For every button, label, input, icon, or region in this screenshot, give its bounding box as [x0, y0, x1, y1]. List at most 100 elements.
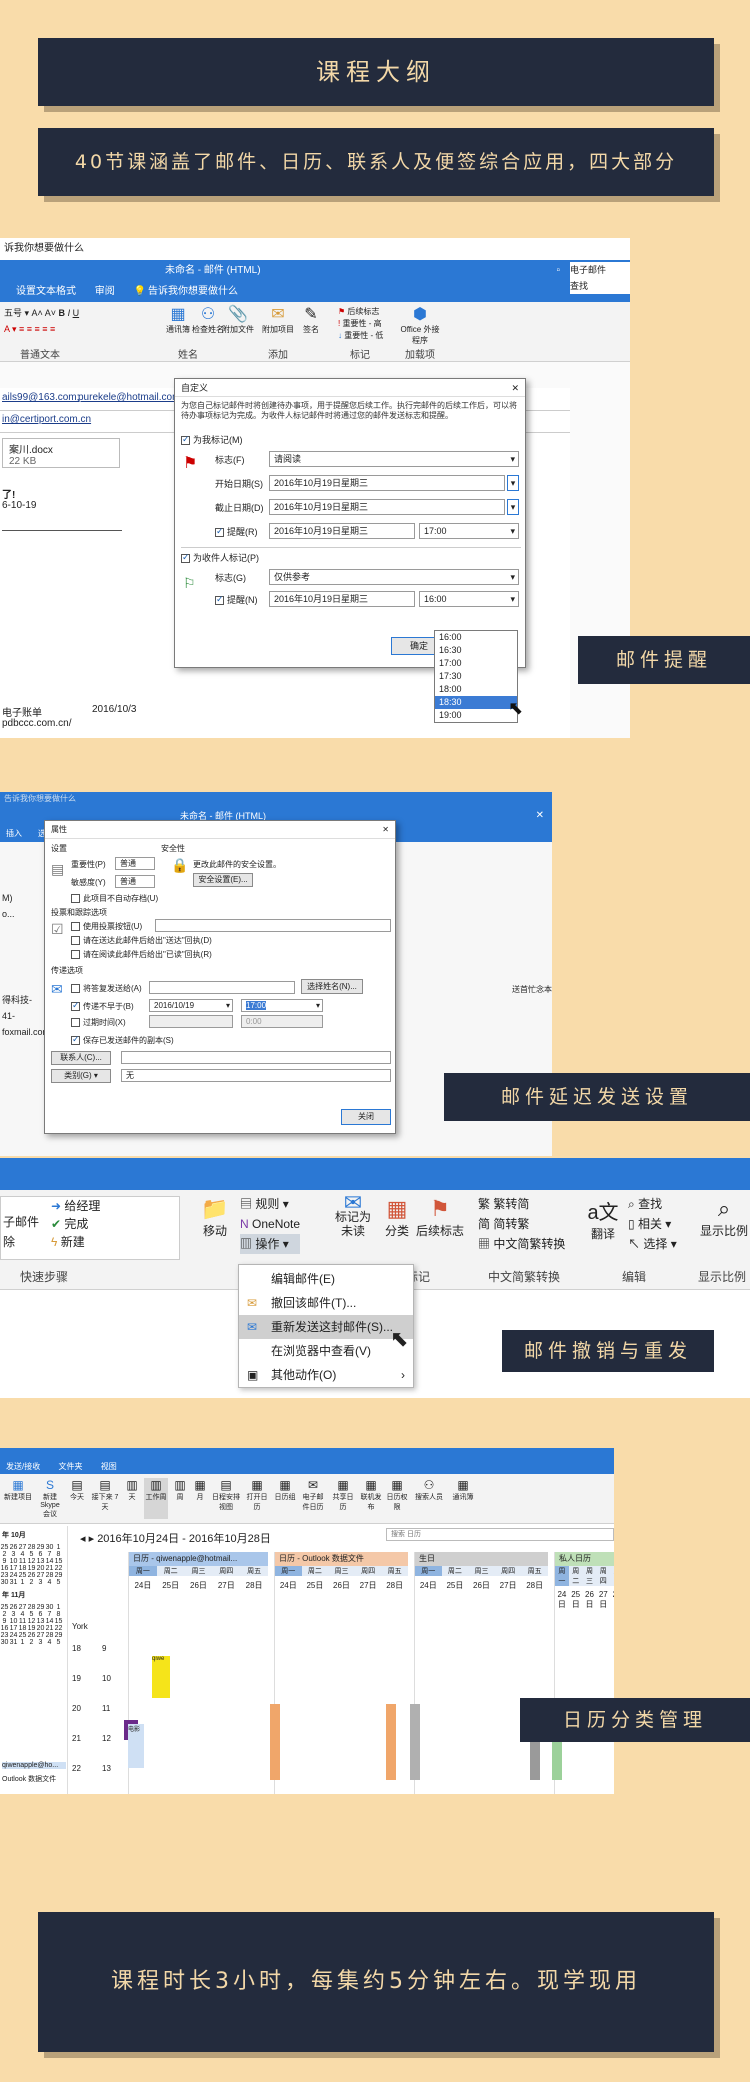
- menu-edit-message[interactable]: 编辑邮件(E): [239, 1267, 413, 1291]
- calendar-list-item[interactable]: Outlook 数据文件: [2, 1774, 66, 1784]
- mini-day[interactable]: 4: [45, 1579, 54, 1586]
- mini-day[interactable]: 1: [18, 1579, 27, 1586]
- mini-day[interactable]: 30: [0, 1579, 9, 1586]
- menu-resend-message[interactable]: ✉ 重新发送这封邮件(S)...: [239, 1315, 413, 1339]
- calendar-list-item[interactable]: qiwenapple@ho...: [2, 1762, 66, 1769]
- week-view-button[interactable]: ▥ 周: [172, 1478, 188, 1519]
- move-button[interactable]: 📁 移动: [198, 1196, 232, 1239]
- delivery-receipt-checkbox[interactable]: 请在送达此邮件后给出"送达"回执(D): [71, 935, 212, 946]
- close-icon[interactable]: ✕: [536, 806, 544, 826]
- mini-day[interactable]: 29: [36, 1604, 45, 1611]
- mini-day[interactable]: 30: [45, 1604, 54, 1611]
- time-option[interactable]: 17:00: [435, 657, 517, 670]
- open-calendar-button[interactable]: ▦ 打开日历: [244, 1478, 270, 1519]
- mini-day[interactable]: 22: [54, 1625, 63, 1632]
- calendar-event[interactable]: [386, 1704, 396, 1780]
- search-people-button[interactable]: ⚇ 搜索人员: [412, 1478, 446, 1519]
- simp-to-trad-button[interactable]: 简 简转繁: [478, 1214, 565, 1234]
- mini-day[interactable]: 29: [54, 1572, 63, 1579]
- time-option[interactable]: 16:30: [435, 644, 517, 657]
- remind-checkbox[interactable]: 提醒(R): [215, 525, 258, 538]
- time-dropdown-list[interactable]: 16:00 16:30 17:00 17:30 18:00 18:30 19:0…: [434, 630, 518, 723]
- mini-day[interactable]: 19: [27, 1565, 36, 1572]
- mini-day[interactable]: 10: [9, 1558, 18, 1565]
- defer-date-field[interactable]: 2016/10/19 ▾: [149, 999, 233, 1012]
- calendar-tab[interactable]: 私人日历: [555, 1552, 614, 1566]
- expire-time-field[interactable]: 0:00: [241, 1015, 323, 1028]
- mini-day[interactable]: 7: [45, 1551, 54, 1558]
- follow-up-button[interactable]: ⚑ 后续标志: [338, 306, 383, 318]
- mini-day[interactable]: 22: [54, 1565, 63, 1572]
- mini-day[interactable]: 13: [36, 1558, 45, 1565]
- tab-send-receive[interactable]: 发送/接收: [6, 1462, 40, 1471]
- mini-day[interactable]: 20: [36, 1625, 45, 1632]
- signature-button[interactable]: ✎ 签名: [296, 304, 326, 335]
- onenote-button[interactable]: N OneNote: [240, 1214, 300, 1234]
- translate-button[interactable]: a͏文 翻译: [586, 1196, 620, 1242]
- follow-up-button[interactable]: ⚑ 后续标志: [412, 1196, 468, 1239]
- categories-field[interactable]: 无: [121, 1069, 391, 1082]
- quick-step-new[interactable]: ϟ 新建: [51, 1233, 85, 1251]
- select-button[interactable]: ↖ 选择 ▾: [628, 1234, 677, 1254]
- mini-day[interactable]: 26: [27, 1572, 36, 1579]
- mini-day[interactable]: 28: [27, 1604, 36, 1611]
- quick-step-manager[interactable]: ➜ 给经理: [51, 1197, 100, 1215]
- mini-day[interactable]: 8: [54, 1611, 63, 1618]
- mini-day[interactable]: 27: [36, 1632, 45, 1639]
- mini-day[interactable]: 23: [0, 1572, 9, 1579]
- mini-day[interactable]: 20: [36, 1565, 45, 1572]
- today-button[interactable]: ▤ 今天: [68, 1478, 86, 1519]
- vote-checkbox[interactable]: 使用投票按钮(U): [71, 921, 142, 932]
- close-button[interactable]: 关闭: [341, 1109, 391, 1125]
- time-option[interactable]: 18:00: [435, 683, 517, 696]
- due-date-dropdown[interactable]: ▾: [507, 499, 519, 515]
- email-calendar-button[interactable]: ✉ 电子邮件日历: [300, 1478, 326, 1519]
- to-recipient-2[interactable]: purekele@hotmail.com: [78, 392, 180, 403]
- time-option-selected[interactable]: 18:30: [435, 696, 517, 709]
- mini-day[interactable]: 23: [0, 1632, 9, 1639]
- mini-day[interactable]: 28: [27, 1544, 36, 1551]
- time-option[interactable]: 19:00: [435, 709, 517, 722]
- mini-day[interactable]: 12: [27, 1618, 36, 1625]
- calendar-tab[interactable]: 日历 - Outlook 数据文件: [275, 1552, 408, 1566]
- r-flag-select[interactable]: 仅供参考 ▾: [269, 569, 519, 585]
- mini-day[interactable]: 7: [45, 1611, 54, 1618]
- mini-day[interactable]: 15: [54, 1558, 63, 1565]
- close-icon[interactable]: ✕: [511, 379, 519, 397]
- mini-day[interactable]: 21: [45, 1565, 54, 1572]
- font-color-button[interactable]: A ▾ ≡ ≡ ≡ ≡ ≡: [4, 324, 55, 335]
- remind-date-field[interactable]: 2016年10月19日星期三: [269, 523, 415, 539]
- select-names-button[interactable]: 选择姓名(N)...: [301, 979, 363, 994]
- share-calendar-button[interactable]: ▦ 共享日历: [330, 1478, 356, 1519]
- contacts-button[interactable]: 联系人(C)...: [51, 1051, 111, 1065]
- r-remind-date-field[interactable]: 2016年10月19日星期三: [269, 591, 415, 607]
- calendar-permissions-button[interactable]: ▦ 日历权限: [386, 1478, 408, 1519]
- tab-review[interactable]: 审阅: [95, 286, 115, 297]
- mini-day[interactable]: 25: [18, 1632, 27, 1639]
- tell-me-box[interactable]: 告诉我你想要做什么: [148, 286, 238, 297]
- mini-day[interactable]: 25: [0, 1544, 9, 1551]
- mini-day[interactable]: 3: [36, 1579, 45, 1586]
- calendar-event[interactable]: qiwe: [152, 1656, 170, 1698]
- mini-day[interactable]: 6: [36, 1551, 45, 1558]
- calendar-event[interactable]: [410, 1704, 420, 1780]
- schedule-view-button[interactable]: ▤ 日程安排视图: [212, 1478, 240, 1519]
- chinese-convert-button[interactable]: ▦ 中文简繁转换: [478, 1234, 565, 1254]
- work-week-button[interactable]: ▥ 工作周: [144, 1478, 168, 1519]
- mini-day[interactable]: 28: [45, 1572, 54, 1579]
- mini-day[interactable]: 2: [0, 1551, 9, 1558]
- mini-day[interactable]: 2: [27, 1579, 36, 1586]
- calendar-tab[interactable]: 日历 - qiwenapple@hotmail...: [129, 1552, 268, 1566]
- sensitivity-select[interactable]: 普通: [115, 875, 155, 888]
- start-date-field[interactable]: 2016年10月19日星期三: [269, 475, 505, 491]
- mini-day[interactable]: 17: [9, 1565, 18, 1572]
- skype-meeting-button[interactable]: S 新建 Skype 会议: [36, 1478, 64, 1519]
- importance-select[interactable]: 普通: [115, 857, 155, 870]
- mini-day[interactable]: 10: [9, 1618, 18, 1625]
- mini-day[interactable]: 24: [9, 1632, 18, 1639]
- mini-day[interactable]: 5: [54, 1579, 63, 1586]
- importance-low-button[interactable]: ↓ 重要性 - 低: [338, 330, 383, 342]
- attach-file-button[interactable]: 📎 附加文件: [218, 304, 258, 335]
- mini-day[interactable]: 17: [9, 1625, 18, 1632]
- contacts-field[interactable]: [121, 1051, 391, 1064]
